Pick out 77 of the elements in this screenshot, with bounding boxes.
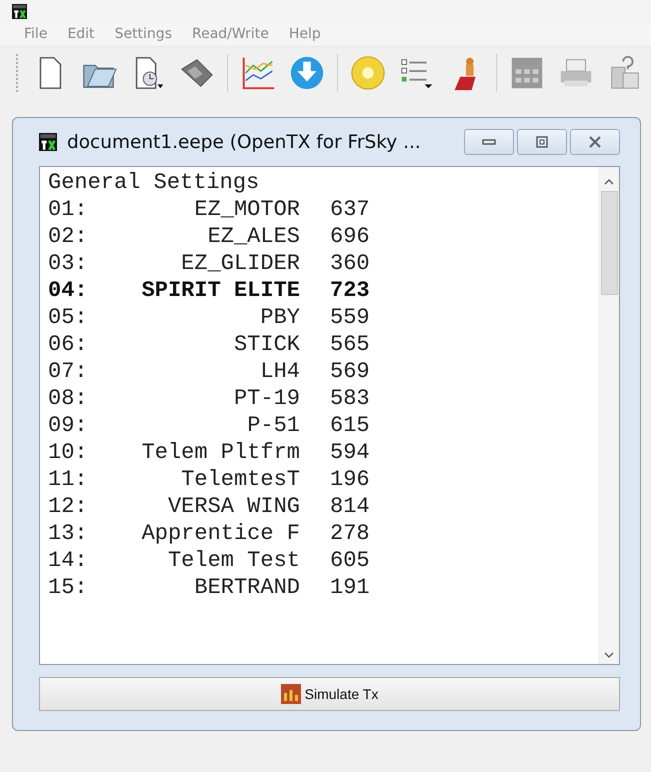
- restore-icon: [536, 136, 548, 148]
- model-name: Telem Test: [166, 547, 300, 574]
- model-size: 191: [329, 574, 371, 601]
- model-row[interactable]: 03: EZ_GLIDER 360: [48, 250, 598, 277]
- model-name: BERTRAND: [193, 574, 300, 601]
- model-number: 08:: [48, 385, 89, 412]
- model-name: VERSA WING: [166, 493, 300, 520]
- model-name: LH4: [259, 358, 300, 385]
- model-number: 12:: [48, 493, 89, 520]
- model-size: 360: [329, 250, 371, 277]
- model-name: EZ_ALES: [206, 223, 300, 250]
- close-button[interactable]: [570, 129, 620, 155]
- model-row[interactable]: 15: BERTRAND 191: [48, 574, 598, 601]
- model-number: 06:: [48, 331, 89, 358]
- model-row[interactable]: 09: P-51 615: [48, 412, 598, 439]
- model-size: 814: [329, 493, 371, 520]
- model-name: Apprentice F: [140, 520, 300, 547]
- model-row[interactable]: 04: SPIRIT ELITE 723: [48, 277, 598, 304]
- model-number: 04:: [48, 277, 89, 304]
- model-name: EZ_GLIDER: [180, 250, 300, 277]
- model-row[interactable]: 11: TelemtesT 196: [48, 466, 598, 493]
- minimize-icon: [482, 138, 496, 146]
- window-title: document1.eepe (OpenTX for FrSky ...: [67, 132, 422, 152]
- model-size: 696: [329, 223, 371, 250]
- model-name: Telem Pltfrm: [140, 439, 300, 466]
- model-row[interactable]: 07: LH4 569: [48, 358, 598, 385]
- model-name: PT-19: [232, 385, 300, 412]
- minimize-button[interactable]: [464, 129, 514, 155]
- model-name: STICK: [232, 331, 300, 358]
- model-size: 559: [329, 304, 371, 331]
- model-row[interactable]: 13: Apprentice F 278: [48, 520, 598, 547]
- model-number: 07:: [48, 358, 89, 385]
- model-name: SPIRIT ELITE: [140, 277, 300, 304]
- model-size: 605: [329, 547, 371, 574]
- model-size: 615: [329, 412, 371, 439]
- model-row[interactable]: 05: PBY 559: [48, 304, 598, 331]
- model-size: 723: [329, 277, 371, 304]
- model-size: 565: [329, 331, 371, 358]
- model-name: EZ_MOTOR: [193, 196, 300, 223]
- model-number: 15:: [48, 574, 89, 601]
- model-row[interactable]: 12: VERSA WING 814: [48, 493, 598, 520]
- model-row[interactable]: 08: PT-19 583: [48, 385, 598, 412]
- simulator-icon: [280, 684, 301, 704]
- model-row[interactable]: 02: EZ_ALES 696: [48, 223, 598, 250]
- model-row[interactable]: 14: Telem Test 605: [48, 547, 598, 574]
- scroll-up-icon[interactable]: [604, 179, 614, 185]
- list-header[interactable]: General Settings: [48, 169, 598, 196]
- scroll-down-icon[interactable]: [604, 652, 614, 658]
- model-size: 637: [329, 196, 371, 223]
- model-number: 10:: [48, 439, 89, 466]
- app-logo-icon: [12, 4, 27, 18]
- model-number: 13:: [48, 520, 89, 547]
- model-row[interactable]: 01: EZ_MOTOR 637: [48, 196, 598, 223]
- model-name: TelemtesT: [180, 466, 300, 493]
- model-name: PBY: [259, 304, 300, 331]
- download-icon[interactable]: [288, 54, 326, 92]
- simulate-button[interactable]: Simulate Tx: [39, 677, 620, 711]
- model-size: 594: [329, 439, 371, 466]
- maximize-button[interactable]: [517, 129, 567, 155]
- model-number: 14:: [48, 547, 89, 574]
- model-number: 09:: [48, 412, 89, 439]
- model-size: 196: [329, 466, 371, 493]
- model-size: 569: [329, 358, 371, 385]
- model-name: P-51: [246, 412, 300, 439]
- model-number: 05:: [48, 304, 89, 331]
- model-row[interactable]: 10: Telem Pltfrm 594: [48, 439, 598, 466]
- model-size: 278: [329, 520, 371, 547]
- model-number: 01:: [48, 196, 89, 223]
- model-row[interactable]: 06: STICK 565: [48, 331, 598, 358]
- model-number: 03:: [48, 250, 89, 277]
- model-size: 583: [329, 385, 371, 412]
- scrollbar[interactable]: [598, 167, 619, 664]
- model-number: 02:: [48, 223, 89, 250]
- app-logo-icon: [39, 133, 57, 151]
- scroll-thumb[interactable]: [600, 191, 618, 295]
- model-number: 11:: [48, 466, 89, 493]
- close-icon: [588, 136, 602, 148]
